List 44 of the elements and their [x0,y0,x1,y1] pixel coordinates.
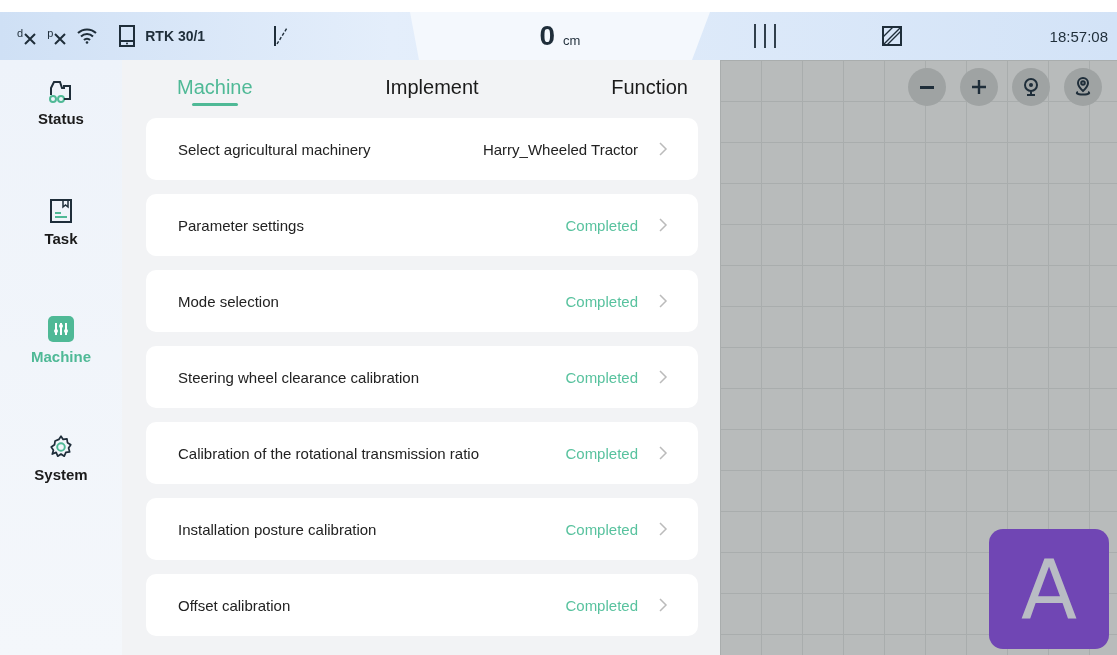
settings-icon [48,434,74,460]
chevron-right-icon [658,369,668,385]
bars-icon [752,22,778,50]
boundary-icon [880,24,904,48]
offset-value: 0 [539,20,556,52]
settings-row[interactable]: Mode selection Completed [146,270,698,332]
sliders-icon [48,316,74,342]
settings-row[interactable]: Installation posture calibration Completed [146,498,698,560]
clock-time: 18:57:08 [1049,27,1108,45]
signal-label: d [17,26,24,39]
line-icon [273,24,290,48]
settings-row[interactable]: Parameter settings Completed [146,194,698,256]
zoom-in-button[interactable] [960,68,998,106]
chevron-right-icon [658,141,668,157]
cross-icon [53,31,68,46]
tab[interactable]: Implement [385,76,479,118]
tractor-icon [48,80,74,104]
plus-icon [970,78,988,96]
location-pin-icon [1073,77,1093,97]
chevron-right-icon [658,521,668,537]
cross-icon [23,31,38,46]
signal-label: p [47,26,54,39]
sidebar-item[interactable]: Status [38,80,84,164]
document-icon [49,198,73,224]
tab[interactable]: Function [611,76,688,118]
settings-row[interactable]: Offset calibration Completed [146,574,698,636]
chevron-right-icon [658,445,668,461]
sidebar-item[interactable]: Task [44,198,78,282]
chevron-right-icon [658,217,668,233]
offset-unit: cm [563,32,581,48]
wifi-icon [77,28,98,44]
zoom-out-button[interactable] [908,68,946,106]
minus-icon [920,85,934,89]
tablet-icon [119,25,136,47]
rtk-status: RTK 30/1 [145,28,206,44]
webcam-icon [1021,77,1041,97]
chevron-right-icon [658,293,668,309]
sidebar-item[interactable]: System [34,434,88,518]
settings-row[interactable]: Select agricultural machinery Harry_Wheeled Tractor [146,118,698,180]
location-button[interactable] [1064,68,1102,106]
settings-row[interactable]: Steering wheel clearance calibration Completed [146,346,698,408]
camera-button[interactable] [1012,68,1050,106]
settings-row[interactable]: Calibration of the rotational transmission ratio Completed [146,422,698,484]
chevron-right-icon [658,597,668,613]
